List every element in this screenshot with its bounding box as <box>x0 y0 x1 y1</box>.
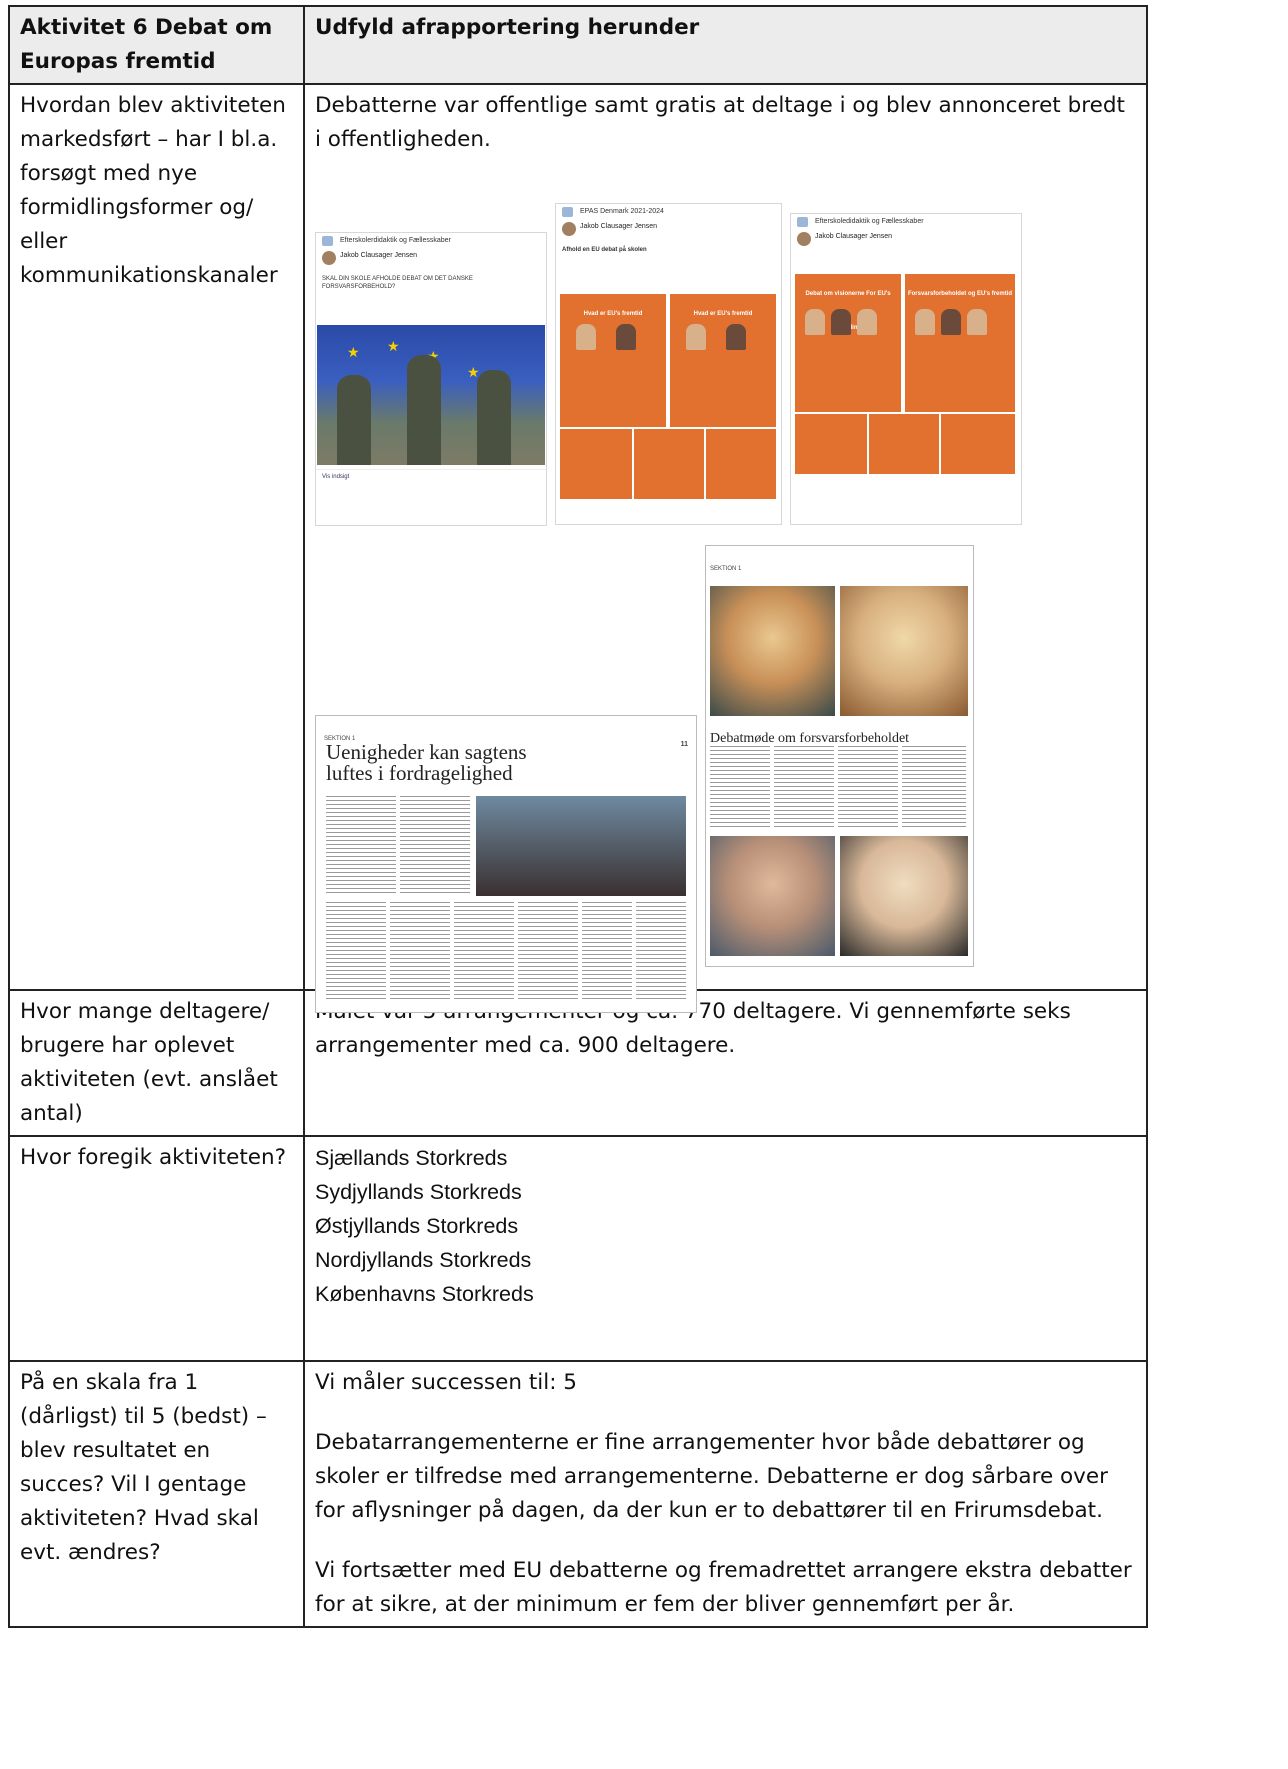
portrait-photo-1 <box>710 586 835 716</box>
news-page-number: 11 <box>680 741 688 748</box>
evaluation-paragraph-1: Debatarrangementerne er fine arrangement… <box>315 1430 1108 1523</box>
question-marketing: Hvordan blev aktiviteten markedsført – h… <box>8 83 305 991</box>
facebook-post-screenshot-3: Efterskoledidaktik og Fællesskaber Jakob… <box>790 213 1022 525</box>
poster-right: Hvad er EU's fremtid <box>670 294 776 427</box>
question-participants: Hvor mange deltagere/ brugere har opleve… <box>8 989 305 1137</box>
portrait-photo-4 <box>840 836 968 956</box>
fb-insight-link: Vis indsigt <box>316 469 546 484</box>
location-item: Østjyllands Storkreds <box>315 1214 519 1238</box>
answer-location: Sjællands Storkreds Sydjyllands Storkred… <box>303 1135 1148 1362</box>
portrait-photo-3 <box>710 836 835 956</box>
row-location: Hvor foregik aktiviteten? Sjællands Stor… <box>8 1135 1148 1362</box>
row-evaluation: På en skala fra 1 (dårligst) til 5 (beds… <box>8 1360 1148 1628</box>
portrait-photo-2 <box>840 586 968 716</box>
fb-group-name: EPAS Denmark 2021-2024 <box>556 204 781 220</box>
newspaper-clipping-1: SEKTION 1 11 Uenigheder kan sagtens luft… <box>315 715 697 1013</box>
fb-author: Jakob Clausager Jensen <box>556 220 781 244</box>
facebook-post-screenshot-2: EPAS Denmark 2021-2024 Jakob Clausager J… <box>555 203 782 525</box>
fb-author: Jakob Clausager Jensen <box>791 230 1021 254</box>
report-table: Aktivitet 6 Debat om Europas fremtid Udf… <box>8 5 1148 1628</box>
header-activity: Aktivitet 6 Debat om Europas fremtid <box>8 5 305 85</box>
marketing-images: Efterskolerdidaktik og Fællesskaber Jako… <box>315 157 1136 1013</box>
row-marketing: Hvordan blev aktiviteten markedsført – h… <box>8 83 1148 1013</box>
news-headline: Uenigheder kan sagtens luftes i fordrage… <box>326 740 527 785</box>
facebook-post-screenshot-1: Efterskolerdidaktik og Fællesskaber Jako… <box>315 232 547 526</box>
location-item: Sydjyllands Storkreds <box>315 1180 522 1204</box>
poster-left: Debat om visionerne For EU's udvikling <box>795 274 901 412</box>
header-row: Aktivitet 6 Debat om Europas fremtid Udf… <box>8 5 1148 85</box>
news-section: SEKTION 1 <box>710 566 742 572</box>
fb-group-name: Efterskolerdidaktik og Fællesskaber <box>316 233 546 249</box>
poster-right: Forsvarsforbeholdet og EU's fremtid <box>905 274 1015 412</box>
debate-panel-photo <box>476 796 686 896</box>
fb-headline: Afhold en EU debat på skolen <box>562 247 647 253</box>
fb-author: Jakob Clausager Jensen <box>316 249 546 273</box>
fb-headline: SKAL DIN SKOLE AFHOLDE DEBAT OM DET DANS… <box>322 276 473 290</box>
newspaper-clipping-2: SEKTION 1 Debatmøde om forsvarsforbehold… <box>705 545 974 967</box>
header-instructions: Udfyld afrapportering herunder <box>303 5 1148 85</box>
answer-evaluation: Vi måler successen til: 5 Debatarrangeme… <box>303 1360 1148 1628</box>
success-score: Vi måler successen til: 5 <box>315 1370 577 1395</box>
question-evaluation: På en skala fra 1 (dårligst) til 5 (beds… <box>8 1360 305 1628</box>
evaluation-paragraph-2: Vi fortsætter med EU debatterne og frema… <box>315 1558 1132 1617</box>
answer-marketing: Debatterne var offentlige samt gratis at… <box>303 83 1148 1013</box>
question-location: Hvor foregik aktiviteten? <box>8 1135 305 1362</box>
location-item: Sjællands Storkreds <box>315 1146 508 1170</box>
location-item: Nordjyllands Storkreds <box>315 1248 532 1272</box>
location-item: Københavns Storkreds <box>315 1282 534 1306</box>
poster-left: Hvad er EU's fremtid <box>560 294 666 427</box>
soldiers-eu-flag-image: ★ ★ ★ ★ <box>317 325 545 465</box>
fb-group-name: Efterskoledidaktik og Fællesskaber <box>791 214 1021 230</box>
answer-marketing-text: Debatterne var offentlige samt gratis at… <box>315 93 1125 152</box>
